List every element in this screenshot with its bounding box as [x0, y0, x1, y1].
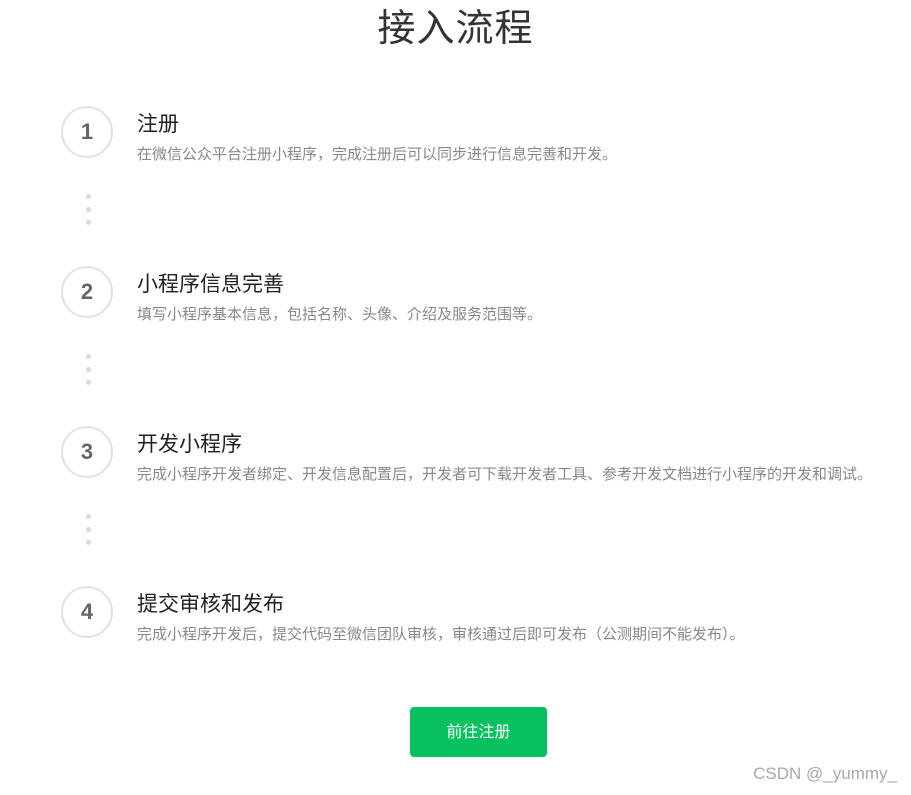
step-title: 注册	[137, 112, 179, 136]
connector-dot	[86, 527, 91, 532]
connector-dot	[86, 354, 91, 359]
register-button[interactable]: 前往注册	[410, 707, 547, 757]
step-title: 开发小程序	[137, 432, 242, 456]
step-number-badge: 1	[61, 106, 113, 158]
connector-dot	[86, 540, 91, 545]
connector-dot	[86, 514, 91, 519]
step-number-badge: 4	[61, 586, 113, 638]
step-description: 完成小程序开发者绑定、开发信息配置后，开发者可下载开发者工具、参考开发文档进行小…	[137, 465, 873, 483]
connector-dot	[86, 367, 91, 372]
page-title: 接入流程	[377, 6, 534, 50]
step-description: 完成小程序开发后，提交代码至微信团队审核，审核通过后即可发布（公测期间不能发布）…	[137, 625, 745, 643]
step-description: 填写小程序基本信息，包括名称、头像、介绍及服务范围等。	[137, 305, 543, 323]
connector-dot	[86, 220, 91, 225]
connector-dot	[86, 380, 91, 385]
step-number-badge: 3	[61, 426, 113, 478]
step-title: 提交审核和发布	[137, 592, 284, 616]
watermark: CSDN @_yummy_	[753, 764, 897, 783]
step-number-badge: 2	[61, 266, 113, 318]
step-description: 在微信公众平台注册小程序，完成注册后可以同步进行信息完善和开发。	[137, 145, 618, 163]
step-connector	[86, 354, 91, 393]
connector-dot	[86, 194, 91, 199]
step-connector	[86, 514, 91, 553]
step-connector	[86, 194, 91, 233]
connector-dot	[86, 207, 91, 212]
step-title: 小程序信息完善	[137, 272, 284, 296]
